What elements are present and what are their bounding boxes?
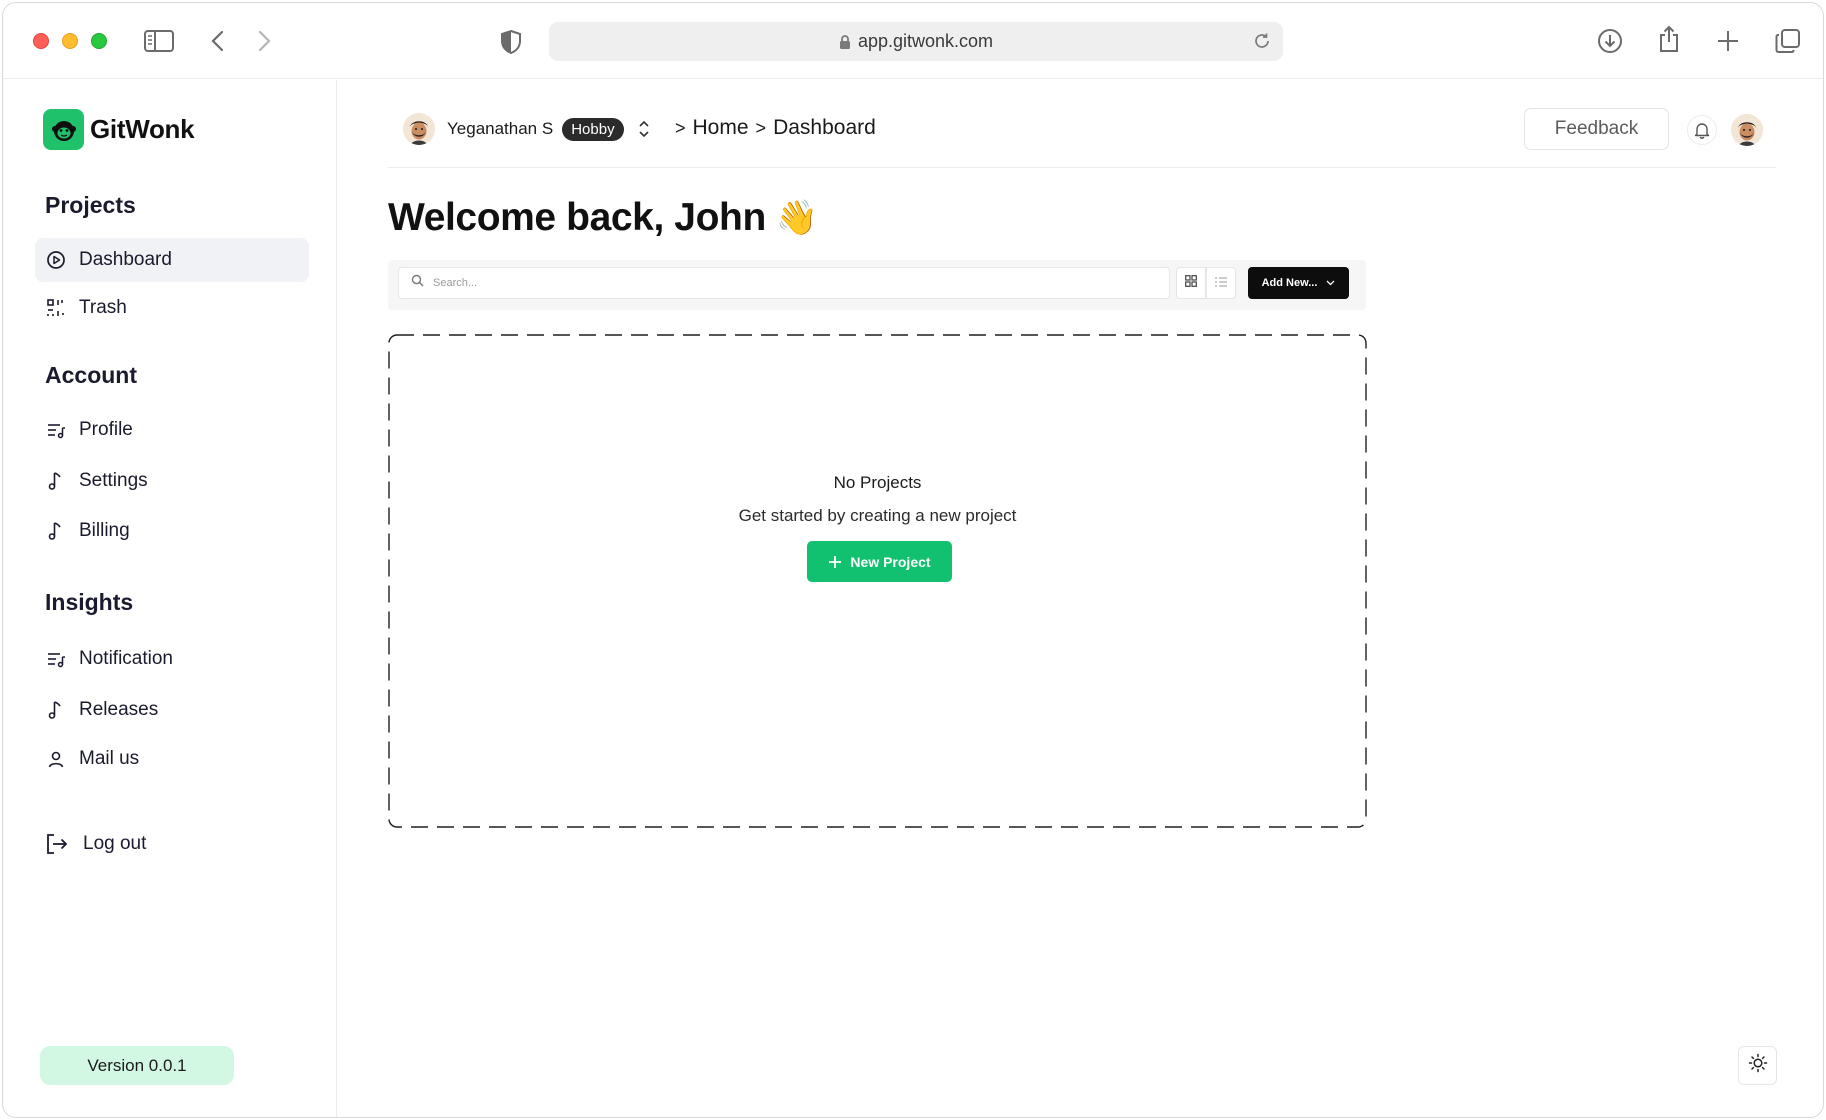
logout-button[interactable]: Log out bbox=[35, 822, 309, 866]
back-icon[interactable] bbox=[210, 30, 224, 52]
brand-name: GitWonk bbox=[90, 114, 195, 144]
search-icon bbox=[411, 274, 424, 292]
add-new-label: Add New... bbox=[1261, 277, 1318, 289]
plus-icon bbox=[828, 555, 842, 569]
sidebar-item-settings[interactable]: Settings bbox=[35, 459, 309, 503]
browser-window: app.gitwonk.com GitWonk Projects Dashboa… bbox=[2, 2, 1824, 1118]
theme-toggle-button[interactable] bbox=[1738, 1046, 1777, 1085]
welcome-text: Welcome back, John bbox=[388, 196, 766, 239]
version-badge: Version 0.0.1 bbox=[40, 1046, 234, 1085]
team-name: Yeganathan S bbox=[447, 119, 554, 138]
sidebar-item-label: Trash bbox=[79, 297, 127, 318]
empty-state-subtitle: Get started by creating a new project bbox=[738, 506, 1017, 525]
waving-hand-emoji: 👋 bbox=[775, 199, 818, 237]
browser-toolbar: app.gitwonk.com bbox=[3, 3, 1823, 79]
feedback-button[interactable]: Feedback bbox=[1524, 108, 1669, 150]
main-content: Yeganathan S Hobby > Home > Dashboard Fe… bbox=[338, 80, 1823, 1117]
sidebar: GitWonk Projects Dashboard Trash Account… bbox=[3, 80, 337, 1117]
sidebar-item-label: Profile bbox=[79, 419, 133, 440]
music-note-icon bbox=[45, 520, 67, 542]
breadcrumb-dashboard[interactable]: Dashboard bbox=[773, 116, 876, 140]
section-title-insights: Insights bbox=[45, 589, 134, 615]
gitwonk-logo-icon bbox=[43, 109, 84, 150]
tab-overview-icon[interactable] bbox=[1775, 28, 1801, 54]
top-bar: Yeganathan S Hobby > Home > Dashboard Fe… bbox=[388, 106, 1776, 168]
section-title-account: Account bbox=[45, 362, 137, 388]
play-circle-icon bbox=[45, 249, 67, 271]
grid-view-button[interactable] bbox=[1176, 267, 1206, 299]
search-box[interactable] bbox=[398, 267, 1170, 299]
url-text: app.gitwonk.com bbox=[857, 31, 994, 51]
music-note-icon bbox=[45, 470, 67, 492]
section-title-projects: Projects bbox=[45, 192, 136, 218]
zoom-window-button[interactable] bbox=[91, 33, 107, 49]
list-icon bbox=[1215, 274, 1227, 292]
sidebar-item-billing[interactable]: Billing bbox=[35, 509, 309, 553]
reload-icon[interactable] bbox=[1253, 32, 1271, 50]
privacy-shield-icon[interactable] bbox=[500, 29, 522, 55]
new-project-button[interactable]: New Project bbox=[807, 541, 952, 582]
brand[interactable]: GitWonk bbox=[43, 109, 195, 150]
sidebar-item-dashboard[interactable]: Dashboard bbox=[35, 238, 309, 282]
logout-icon bbox=[45, 833, 69, 855]
sidebar-item-releases[interactable]: Releases bbox=[35, 688, 309, 732]
list-music-icon bbox=[45, 419, 67, 441]
avatar bbox=[403, 113, 435, 145]
user-avatar[interactable] bbox=[1731, 114, 1763, 146]
lock-icon bbox=[839, 34, 851, 50]
project-toolbar: Add New... bbox=[388, 260, 1366, 310]
logout-label: Log out bbox=[83, 833, 147, 854]
close-window-button[interactable] bbox=[33, 33, 49, 49]
grid-icon bbox=[1185, 274, 1197, 292]
page-title: Welcome back, John 👋 bbox=[388, 196, 818, 240]
sidebar-item-profile[interactable]: Profile bbox=[35, 408, 309, 452]
plan-badge: Hobby bbox=[562, 117, 624, 141]
share-icon[interactable] bbox=[1658, 25, 1680, 53]
new-tab-icon[interactable] bbox=[1717, 30, 1739, 52]
user-icon bbox=[45, 748, 67, 770]
sidebar-item-mail-us[interactable]: Mail us bbox=[35, 737, 309, 781]
sun-icon bbox=[1748, 1053, 1768, 1078]
address-bar[interactable]: app.gitwonk.com bbox=[549, 22, 1283, 61]
add-new-button[interactable]: Add New... bbox=[1248, 267, 1349, 299]
sidebar-item-label: Mail us bbox=[79, 748, 140, 769]
empty-state-title: No Projects bbox=[833, 473, 922, 492]
breadcrumb-separator: > bbox=[755, 117, 767, 138]
sidebar-item-label: Releases bbox=[79, 699, 159, 720]
breadcrumb-separator: > bbox=[675, 117, 686, 138]
search-input[interactable] bbox=[433, 277, 1153, 289]
music-note-icon bbox=[45, 699, 67, 721]
empty-state: No Projects Get started by creating a ne… bbox=[388, 334, 1367, 828]
sidebar-item-trash[interactable]: Trash bbox=[35, 286, 309, 330]
breadcrumb-home[interactable]: Home bbox=[693, 116, 749, 140]
list-view-button[interactable] bbox=[1206, 267, 1236, 299]
chevron-up-down-icon bbox=[638, 119, 650, 139]
sidebar-item-label: Settings bbox=[79, 470, 148, 491]
bell-icon[interactable] bbox=[1687, 115, 1717, 145]
team-switcher[interactable]: Yeganathan S Hobby bbox=[403, 113, 650, 145]
sidebar-item-label: Billing bbox=[79, 520, 130, 541]
list-music-icon bbox=[45, 648, 67, 670]
sidebar-toggle-icon[interactable] bbox=[144, 30, 174, 52]
forward-icon[interactable] bbox=[258, 30, 272, 52]
sidebar-item-notification[interactable]: Notification bbox=[35, 637, 309, 681]
sidebar-item-label: Notification bbox=[79, 648, 173, 669]
breadcrumb: > Home > Dashboard bbox=[675, 116, 876, 140]
minimize-window-button[interactable] bbox=[62, 33, 78, 49]
new-project-label: New Project bbox=[850, 553, 931, 570]
download-icon[interactable] bbox=[1597, 28, 1623, 54]
sidebar-item-label: Dashboard bbox=[79, 249, 172, 270]
scan-icon bbox=[45, 297, 67, 319]
chevron-down-icon bbox=[1317, 277, 1335, 289]
